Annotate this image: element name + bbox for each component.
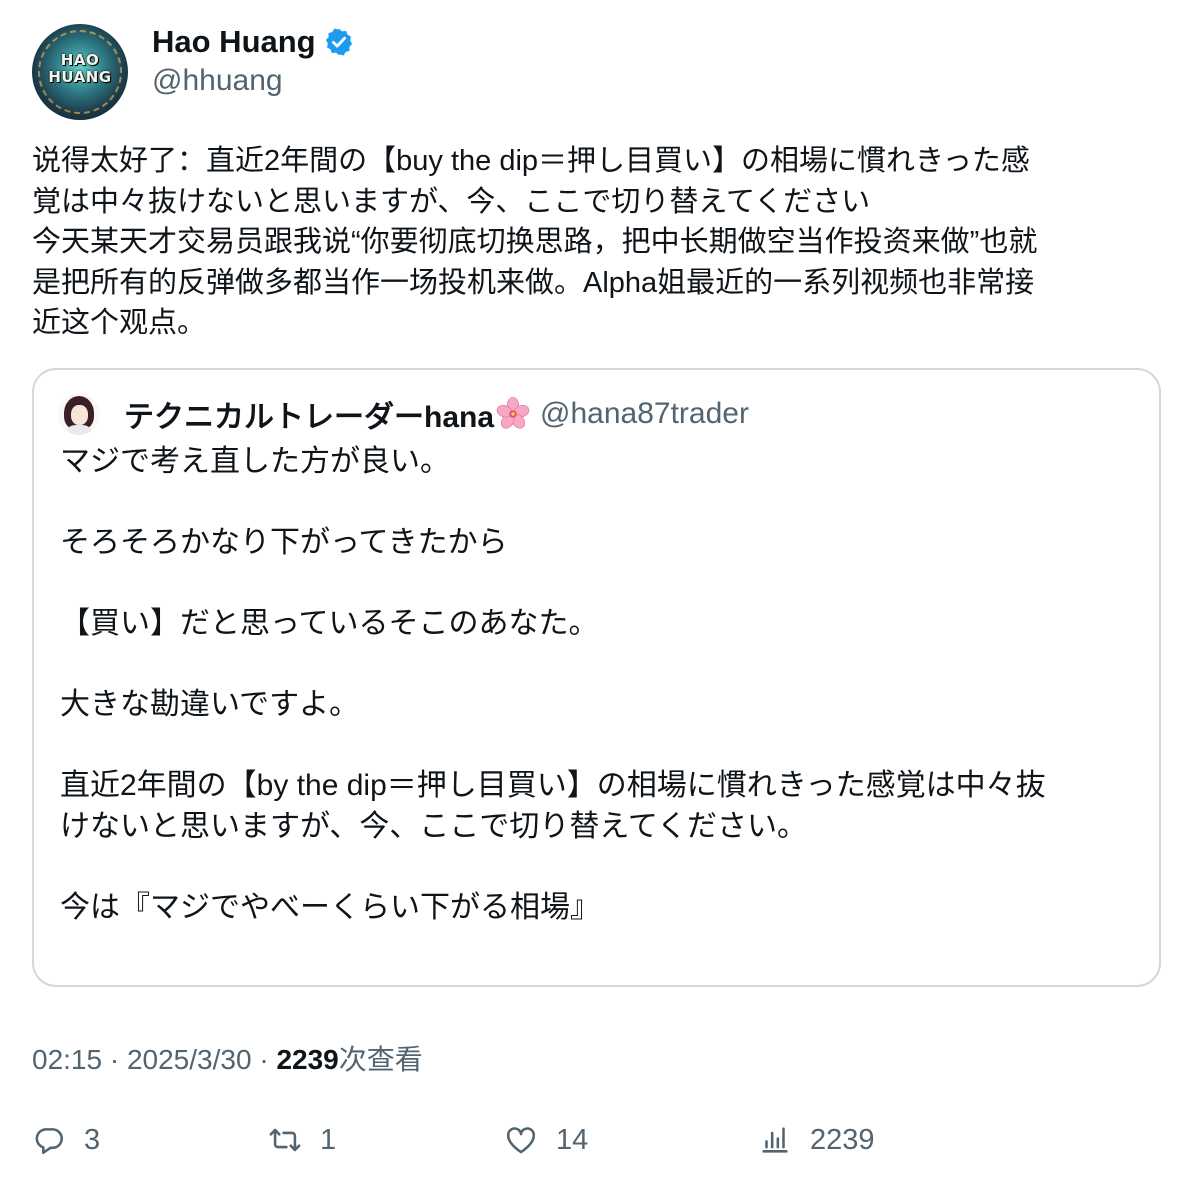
retweet-button[interactable]: 1: [268, 1123, 336, 1157]
analytics-icon: [762, 1127, 788, 1153]
reply-icon: [35, 1128, 64, 1155]
meta-separator: ·: [251, 1044, 277, 1075]
views-button[interactable]: 2239: [758, 1123, 875, 1157]
quoted-text-line: 今は『マジでやべーくらい下がる相場』: [60, 890, 600, 924]
views-count-action: 2239: [810, 1123, 875, 1156]
quoted-text-line: [60, 847, 1140, 888]
tweet-header: HAO HUANG Hao Huang @hhuang: [32, 24, 354, 120]
tweet-actions: 3 1 14 2239: [0, 1123, 1196, 1167]
author-handle[interactable]: @hhuang: [152, 64, 354, 98]
quoted-text-line: [60, 726, 1140, 767]
quoted-text-line: [60, 645, 1140, 686]
views-label: 次查看: [338, 1044, 423, 1075]
retweet-count: 1: [320, 1123, 337, 1156]
quoted-text-line: けないと思いますが、今、ここで切り替えてください。: [60, 809, 807, 843]
tweet-text: 说得太好了：直近2年間の【buy the dip＝押し目買い】の相場に慣れきった…: [32, 141, 1162, 344]
quoted-author-handle[interactable]: @hana87trader: [540, 397, 749, 431]
quoted-text-line: そろそろかなり下がってきたから: [60, 526, 508, 559]
quoted-tweet[interactable]: テクニカルトレーダーhana @hana87trader マジで考え直した方が良…: [32, 368, 1161, 987]
author-avatar[interactable]: HAO HUANG: [32, 24, 128, 120]
tweet-text-line: 近这个观点。: [32, 307, 207, 339]
tweet-text-line: 覚は中々抜けないと思いますが、今、ここで切り替えてください: [32, 185, 871, 218]
quoted-text-line: 【買い】だと思っているそこのあなた。: [60, 607, 599, 640]
like-count: 14: [556, 1123, 589, 1156]
retweet-icon: [269, 1128, 301, 1152]
tweet-date[interactable]: 2025/3/30: [127, 1044, 252, 1075]
verified-badge-icon: [325, 28, 352, 56]
tweet-time[interactable]: 02:15: [32, 1044, 102, 1075]
tweet-text-line: 是把所有的反弹做多都当作一场投机来做。Alpha姐最近的一系列视频也非常接: [32, 266, 1035, 299]
quoted-author-display-name[interactable]: テクニカルトレーダーhana: [124, 392, 494, 436]
quoted-tweet-text: マジで考え直した方が良い。 そろそろかなり下がってきたから 【買い】だと思ってい…: [60, 442, 1140, 928]
like-button[interactable]: 14: [504, 1123, 588, 1157]
quoted-text-line: 大きな勘違いですよ。: [60, 688, 360, 721]
author-name-block: Hao Huang @hhuang: [152, 24, 354, 98]
heart-icon: [506, 1127, 536, 1154]
tweet-text-line: 说得太好了：直近2年間の【buy the dip＝押し目買い】の相場に慣れきった…: [32, 145, 1030, 177]
quoted-text-line: 直近2年間の【by the dip＝押し目買い】の相場に慣れきった感覚は中々抜: [60, 769, 1046, 802]
reply-button[interactable]: 3: [32, 1123, 100, 1157]
quoted-text-line: マジで考え直した方が良い。: [60, 445, 450, 478]
quoted-tweet-header: テクニカルトレーダーhana @hana87trader: [58, 392, 749, 436]
meta-separator: ·: [102, 1044, 127, 1075]
quoted-text-line: [60, 483, 1140, 524]
quoted-text-line: [60, 564, 1140, 605]
views-count: 2239: [276, 1044, 339, 1075]
reply-count: 3: [84, 1123, 101, 1156]
quoted-author-avatar[interactable]: [58, 393, 100, 435]
author-display-name[interactable]: Hao Huang: [152, 24, 316, 60]
cherry-blossom-icon: [496, 397, 530, 429]
tweet-meta: 02:15 · 2025/3/30 · 2239次查看: [32, 1038, 423, 1078]
avatar-logo: HAO HUANG: [48, 51, 112, 86]
tweet-text-line: 今天某天才交易员跟我说“你要彻底切换思路，把中长期做空当作投资来做”也就: [32, 226, 1038, 258]
